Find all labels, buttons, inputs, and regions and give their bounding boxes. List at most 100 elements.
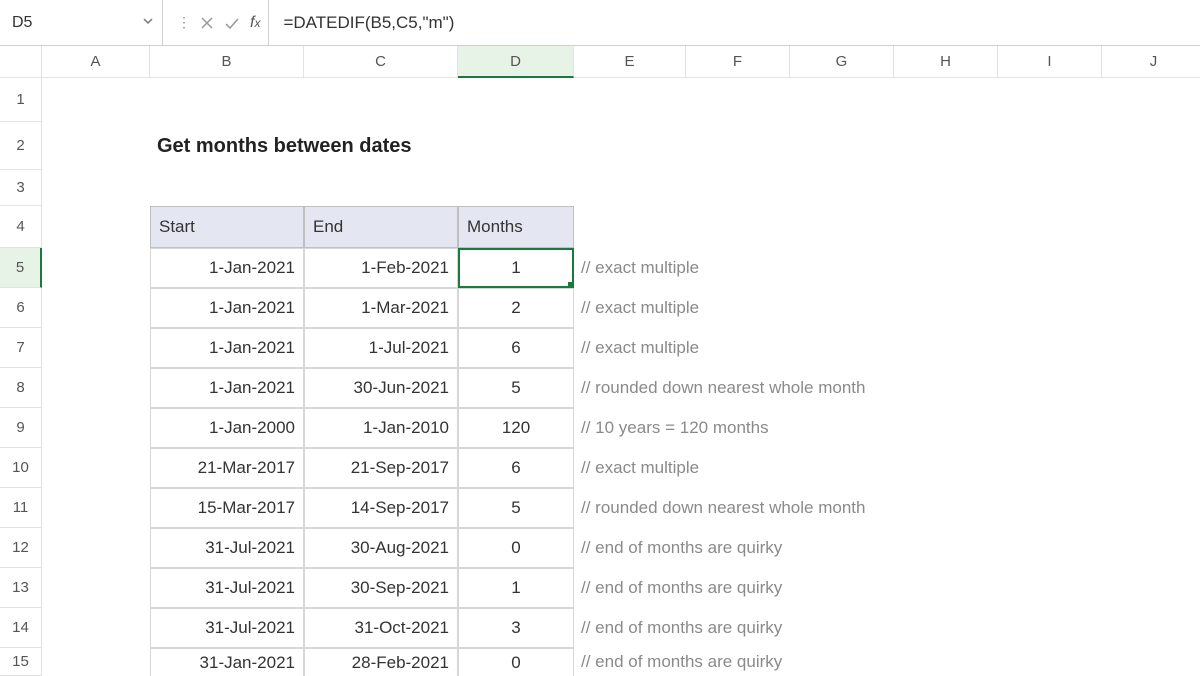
cell-g1[interactable] [790,78,894,122]
cell-h2[interactable] [894,122,998,170]
cell-months[interactable]: 6 [458,328,574,368]
row-head-13[interactable]: 13 [0,568,42,608]
cell-comment[interactable]: // end of months are quirky [574,608,1200,648]
cell-b1[interactable] [150,78,304,122]
cell-months[interactable]: 2 [458,288,574,328]
cell-months[interactable]: 1 [458,248,574,288]
row-head-2[interactable]: 2 [0,122,42,170]
header-end[interactable]: End [304,206,458,248]
cell-g3[interactable] [790,170,894,206]
cell-a12[interactable] [42,528,150,568]
row-head-1[interactable]: 1 [0,78,42,122]
col-head-h[interactable]: H [894,46,998,78]
cell-end[interactable]: 14-Sep-2017 [304,488,458,528]
row-head-8[interactable]: 8 [0,368,42,408]
col-head-f[interactable]: F [686,46,790,78]
row-head-14[interactable]: 14 [0,608,42,648]
cell-h3[interactable] [894,170,998,206]
col-head-i[interactable]: I [998,46,1102,78]
cell-start[interactable]: 1-Jan-2000 [150,408,304,448]
select-all-corner[interactable] [0,46,42,78]
fx-icon[interactable]: fx [250,14,260,32]
row-head-12[interactable]: 12 [0,528,42,568]
cell-comment[interactable]: // end of months are quirky [574,568,1200,608]
cell-months[interactable]: 0 [458,528,574,568]
cell-comment[interactable]: // end of months are quirky [574,648,1200,676]
cell-j4[interactable] [1102,206,1200,248]
cell-comment[interactable]: // exact multiple [574,288,1200,328]
cell-f1[interactable] [686,78,790,122]
cell-i2[interactable] [998,122,1102,170]
cell-end[interactable]: 28-Feb-2021 [304,648,458,676]
cell-a6[interactable] [42,288,150,328]
cell-i4[interactable] [998,206,1102,248]
cell-i3[interactable] [998,170,1102,206]
cell-end[interactable]: 1-Jul-2021 [304,328,458,368]
cell-months[interactable]: 5 [458,368,574,408]
cell-start[interactable]: 31-Jul-2021 [150,568,304,608]
col-head-e[interactable]: E [574,46,686,78]
row-head-9[interactable]: 9 [0,408,42,448]
cell-a14[interactable] [42,608,150,648]
col-head-d[interactable]: D [458,46,574,78]
cell-g2[interactable] [790,122,894,170]
col-head-a[interactable]: A [42,46,150,78]
cell-e1[interactable] [574,78,686,122]
cell-comment[interactable]: // rounded down nearest whole month [574,488,1200,528]
formula-input[interactable] [269,0,1200,45]
enter-icon[interactable] [224,16,240,30]
cell-months[interactable]: 5 [458,488,574,528]
cell-j2[interactable] [1102,122,1200,170]
cell-e4[interactable] [574,206,686,248]
cell-months[interactable]: 0 [458,648,574,676]
cell-start[interactable]: 15-Mar-2017 [150,488,304,528]
cell-h4[interactable] [894,206,998,248]
row-head-7[interactable]: 7 [0,328,42,368]
cell-end[interactable]: 30-Sep-2021 [304,568,458,608]
name-box[interactable] [0,0,163,45]
cell-g4[interactable] [790,206,894,248]
col-head-b[interactable]: B [150,46,304,78]
cell-a2[interactable] [42,122,150,170]
cell-i1[interactable] [998,78,1102,122]
cell-start[interactable]: 21-Mar-2017 [150,448,304,488]
row-head-10[interactable]: 10 [0,448,42,488]
cell-a1[interactable] [42,78,150,122]
cell-c1[interactable] [304,78,458,122]
cell-d1[interactable] [458,78,574,122]
cell-j3[interactable] [1102,170,1200,206]
cell-end[interactable]: 30-Aug-2021 [304,528,458,568]
cell-a4[interactable] [42,206,150,248]
row-head-11[interactable]: 11 [0,488,42,528]
col-head-g[interactable]: G [790,46,894,78]
row-head-3[interactable]: 3 [0,170,42,206]
cell-end[interactable]: 1-Jan-2010 [304,408,458,448]
cell-end[interactable]: 21-Sep-2017 [304,448,458,488]
cell-f2[interactable] [686,122,790,170]
cell-comment[interactable]: // exact multiple [574,248,1200,288]
name-box-input[interactable] [0,0,162,45]
cell-a8[interactable] [42,368,150,408]
cell-comment[interactable]: // rounded down nearest whole month [574,368,1200,408]
cell-months[interactable]: 120 [458,408,574,448]
cell-months[interactable]: 3 [458,608,574,648]
row-head-15[interactable]: 15 [0,648,42,676]
cell-f4[interactable] [686,206,790,248]
cell-end[interactable]: 1-Feb-2021 [304,248,458,288]
header-months[interactable]: Months [458,206,574,248]
cancel-icon[interactable] [200,16,214,30]
cell-j1[interactable] [1102,78,1200,122]
col-head-j[interactable]: J [1102,46,1200,78]
cell-comment[interactable]: // exact multiple [574,328,1200,368]
row-head-6[interactable]: 6 [0,288,42,328]
col-head-c[interactable]: C [304,46,458,78]
cell-a13[interactable] [42,568,150,608]
header-start[interactable]: Start [150,206,304,248]
cell-a7[interactable] [42,328,150,368]
cell-end[interactable]: 30-Jun-2021 [304,368,458,408]
cell-a9[interactable] [42,408,150,448]
cell-h1[interactable] [894,78,998,122]
cell-b3[interactable] [150,170,304,206]
cell-a3[interactable] [42,170,150,206]
cell-start[interactable]: 1-Jan-2021 [150,368,304,408]
